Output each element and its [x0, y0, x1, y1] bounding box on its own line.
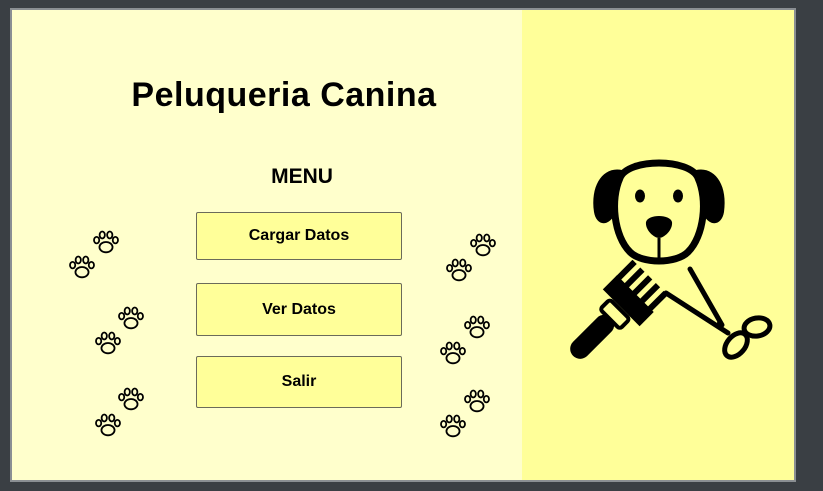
exit-button[interactable]: Salir — [196, 356, 402, 408]
load-data-button[interactable]: Cargar Datos — [196, 212, 402, 260]
paw-print-icon — [438, 338, 468, 368]
menu-heading: MENU — [271, 165, 333, 188]
illustration-panel — [522, 10, 794, 480]
menu-panel: Peluqueria Canina MENU Cargar Datos Ver … — [12, 10, 522, 480]
comb-icon — [570, 260, 668, 359]
view-data-button[interactable]: Ver Datos — [196, 283, 402, 336]
dog-face-icon — [593, 159, 725, 265]
paw-print-icon — [93, 410, 123, 440]
paw-print-icon — [67, 252, 97, 282]
main-window: Peluqueria Canina MENU Cargar Datos Ver … — [10, 8, 796, 482]
paw-print-icon — [444, 255, 474, 285]
paw-print-icon — [93, 328, 123, 358]
app-title: Peluqueria Canina — [131, 76, 437, 114]
scissors-icon — [663, 266, 773, 360]
paw-print-icon — [438, 411, 468, 441]
